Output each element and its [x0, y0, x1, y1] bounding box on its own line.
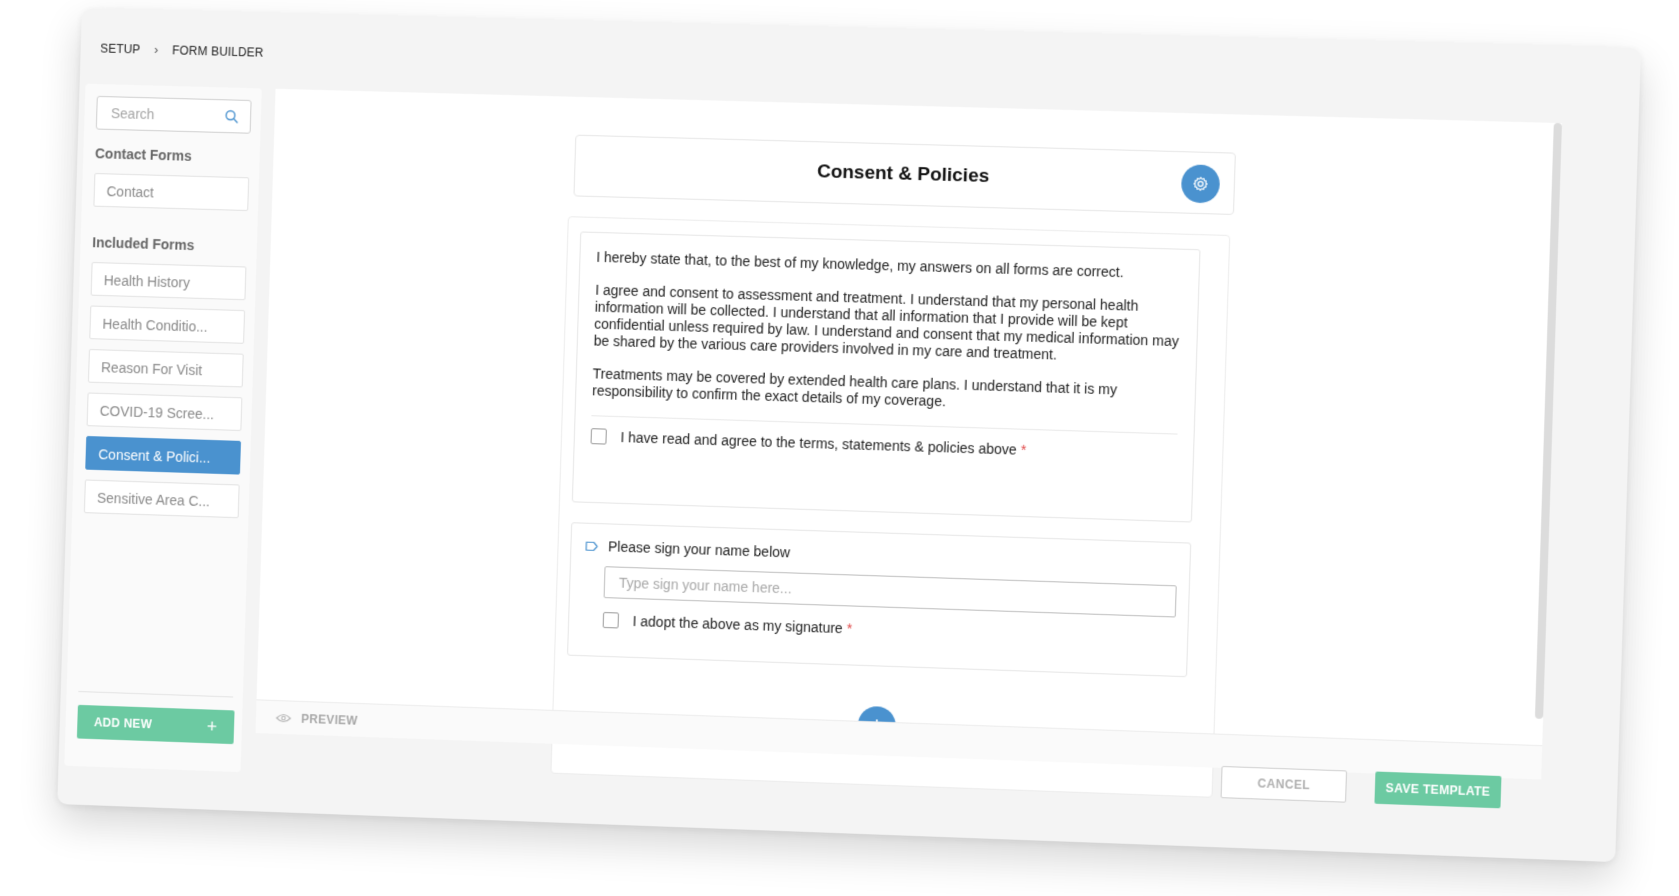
- breadcrumb-setup[interactable]: SETUP: [100, 41, 141, 56]
- add-new-label: ADD NEW: [93, 715, 153, 732]
- required-asterisk: *: [846, 620, 853, 637]
- vertical-scrollbar[interactable]: [1534, 122, 1562, 719]
- cancel-button[interactable]: CANCEL: [1220, 765, 1348, 803]
- consent-paragraph-1: I hereby state that, to the best of my k…: [596, 248, 1124, 281]
- eye-icon: [275, 712, 291, 722]
- sidebar-item-covid-screening[interactable]: COVID-19 Scree...: [86, 392, 243, 432]
- included-forms-heading: Included Forms: [92, 234, 195, 254]
- chevron-right-icon: ›: [153, 41, 159, 57]
- agree-checkbox[interactable]: [590, 428, 607, 445]
- sidebar-item-contact[interactable]: Contact: [93, 173, 250, 212]
- required-asterisk: *: [1020, 441, 1027, 458]
- agree-checkbox-row: I have read and agree to the terms, stat…: [590, 428, 1178, 463]
- agree-label-wrap: I have read and agree to the terms, stat…: [620, 429, 1026, 458]
- sidebar-item-sensitive-area[interactable]: Sensitive Area C...: [83, 479, 240, 519]
- plus-icon: +: [206, 716, 218, 737]
- search-icon[interactable]: [224, 109, 238, 123]
- adopt-label: I adopt the above as my signature: [632, 613, 843, 637]
- gear-icon: [1192, 176, 1209, 193]
- form-header-card: Consent & Policies: [573, 134, 1236, 215]
- breadcrumb: SETUP › FORM BUILDER: [100, 41, 264, 60]
- signature-input[interactable]: [603, 566, 1177, 618]
- sidebar-item-health-history[interactable]: Health History: [90, 261, 247, 301]
- adopt-checkbox[interactable]: [602, 611, 620, 629]
- consent-paragraph-3: Treatments may be covered by extended he…: [591, 365, 1118, 410]
- preview-label: PREVIEW: [300, 711, 358, 728]
- search-input[interactable]: [97, 103, 229, 126]
- app-window: SETUP › FORM BUILDER Contact Forms Conta…: [57, 8, 1642, 863]
- sidebar-item-consent-policies[interactable]: Consent & Polici...: [85, 435, 242, 475]
- sidebar: Contact Forms Contact Included Forms Hea…: [64, 83, 262, 773]
- adopt-label-wrap: I adopt the above as my signature *: [632, 613, 852, 637]
- form-settings-button[interactable]: [1180, 164, 1221, 204]
- add-new-button[interactable]: ADD NEW +: [76, 704, 235, 745]
- consent-text-block[interactable]: I hereby state that, to the best of my k…: [571, 231, 1201, 523]
- signature-block[interactable]: Please sign your name below I adopt the …: [567, 522, 1192, 678]
- sidebar-item-health-conditions[interactable]: Health Conditio...: [89, 305, 246, 344]
- signature-label-row: Please sign your name below: [585, 538, 791, 561]
- form-canvas: Consent & Policies I hereby state that, …: [255, 88, 1562, 798]
- sidebar-item-reason-for-visit[interactable]: Reason For Visit: [87, 348, 244, 388]
- tag-icon: [585, 540, 598, 551]
- form-body-card: I hereby state that, to the best of my k…: [550, 216, 1231, 798]
- save-template-button[interactable]: SAVE TEMPLATE: [1374, 771, 1502, 809]
- adopt-checkbox-row: I adopt the above as my signature *: [602, 611, 852, 637]
- contact-forms-heading: Contact Forms: [94, 145, 192, 164]
- signature-label: Please sign your name below: [607, 538, 791, 561]
- sidebar-divider: [78, 691, 234, 698]
- breadcrumb-form-builder: FORM BUILDER: [172, 42, 264, 60]
- consent-paragraph-2: I agree and consent to assessment and tr…: [593, 281, 1180, 363]
- search-box: [95, 95, 252, 134]
- form-title: Consent & Policies: [816, 161, 990, 188]
- agree-label: I have read and agree to the terms, stat…: [620, 429, 1017, 458]
